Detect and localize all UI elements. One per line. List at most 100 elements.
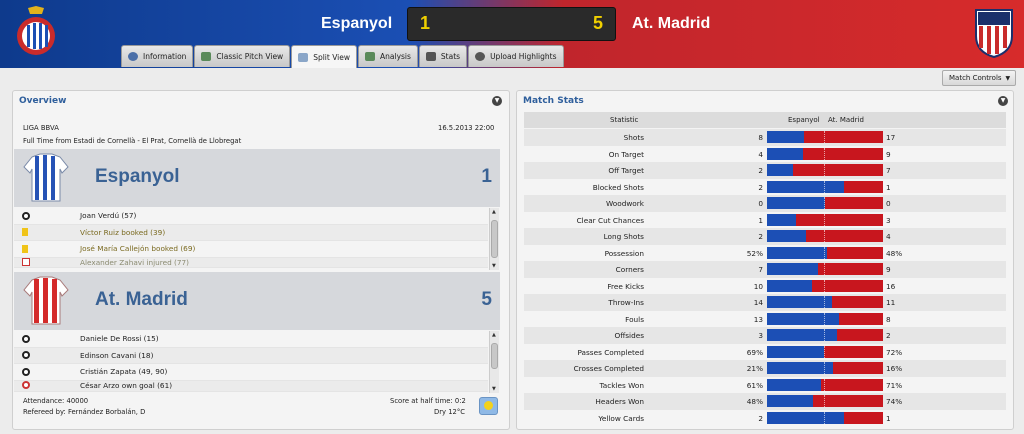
stat-bar [767, 131, 883, 143]
table-row: Free Kicks 10 16 [524, 277, 1006, 294]
attendance: Attendance: 40000 [23, 397, 89, 405]
stat-bar-midline [824, 147, 825, 160]
stat-home-value: 14 [753, 298, 763, 307]
stat-away-value: 3 [886, 215, 891, 225]
stat-away-value: 72% [886, 347, 903, 357]
stat-bar [767, 312, 883, 325]
home-team-score: 1 [481, 166, 492, 187]
stat-bar-home [767, 230, 806, 242]
match-controls-button[interactable]: Match Controls ▼ [942, 70, 1016, 86]
away-column-header[interactable]: At. Madrid [828, 116, 864, 124]
stat-home-value: 2 [758, 232, 763, 241]
panel-menu-icon[interactable]: ▼ [998, 96, 1008, 106]
list-item: Joan Verdú (57) [14, 208, 488, 225]
upload-icon [475, 52, 486, 61]
list-item: Cristián Zapata (49, 90) [14, 364, 488, 381]
view-tabs: Information Classic Pitch View Split Vie… [121, 45, 565, 68]
table-row: On Target 4 9 [524, 145, 1006, 162]
table-row: Offsides 3 2 [524, 327, 1006, 344]
stat-bar-home [767, 131, 805, 143]
away-team-block: At. Madrid 5 [14, 272, 500, 330]
table-row: Tackles Won 61% 71% [524, 376, 1006, 393]
stat-bar-midline [824, 279, 825, 292]
stat-bar-midline [824, 131, 825, 143]
stat-label: Free Kicks [607, 281, 644, 291]
stats-icon [425, 52, 436, 61]
scroll-thumb[interactable] [491, 220, 498, 258]
goal-icon [22, 351, 30, 360]
home-column-header[interactable]: Espanyol [788, 116, 820, 124]
stat-bar-home [767, 279, 812, 292]
tab-upload-highlights[interactable]: Upload Highlights [468, 45, 564, 67]
stat-home-value: 52% [746, 248, 763, 258]
stat-bar-midline [824, 164, 825, 176]
tab-stats[interactable]: Stats [418, 45, 468, 67]
home-events-scrollbar[interactable]: ▲ ▼ [489, 208, 499, 270]
home-score: 1 [420, 13, 431, 33]
table-row: Passes Completed 69% 72% [524, 343, 1006, 360]
stat-label: Crosses Completed [573, 364, 644, 373]
tab-analysis[interactable]: Analysis [358, 45, 418, 67]
stat-bar-midline [824, 378, 825, 391]
statistic-column-header[interactable]: Statistic [610, 116, 638, 124]
tab-classic-pitch-view[interactable]: Classic Pitch View [194, 45, 291, 67]
scroll-thumb[interactable] [491, 343, 498, 369]
tab-split-view[interactable]: Split View [291, 45, 357, 68]
stat-away-value: 2 [886, 331, 891, 340]
stat-home-value: 7 [758, 265, 763, 274]
injury-icon [22, 257, 30, 266]
home-team-title: Espanyol [95, 166, 180, 187]
stat-bar [767, 329, 883, 341]
list-item: Daniele De Rossi (15) [14, 331, 488, 348]
stat-label: Long Shots [603, 232, 644, 241]
stat-label: Corners [615, 265, 644, 274]
tab-information[interactable]: Information [121, 45, 194, 67]
stat-bar-home [767, 378, 821, 391]
panel-menu-icon[interactable]: ▼ [492, 96, 502, 106]
tab-label: Upload Highlights [490, 52, 557, 61]
stat-home-value: 13 [753, 314, 763, 324]
stat-label: Blocked Shots [592, 182, 644, 192]
scroll-up-icon[interactable]: ▲ [492, 209, 496, 215]
stat-label: Headers Won [595, 397, 644, 406]
yellow-card-icon [22, 244, 28, 253]
away-events-scrollbar[interactable]: ▲ ▼ [489, 331, 499, 393]
stat-bar-home [767, 213, 796, 226]
stat-label: Fouls [625, 314, 644, 324]
scoreboard: 1 5 [407, 7, 616, 41]
stat-bar-midline [824, 345, 825, 358]
scroll-up-icon[interactable]: ▲ [492, 332, 496, 338]
stat-label: Possession [604, 248, 644, 258]
stat-bar [767, 263, 883, 275]
event-text: Alexander Zahavi injured (77) [80, 257, 190, 267]
tab-label: Information [143, 52, 187, 61]
sun-icon [484, 401, 493, 410]
stat-bar [767, 411, 883, 424]
event-text: José María Callejón booked (69) [80, 244, 196, 254]
stat-bar-home [767, 345, 824, 358]
stat-away-value: 1 [886, 182, 891, 192]
stat-home-value: 2 [758, 182, 763, 192]
table-row: Shots 8 17 [524, 129, 1006, 146]
referee: Refereed by: Fernández Borbalán, D [23, 408, 146, 416]
table-row: Off Target 2 7 [524, 162, 1006, 179]
stat-bar-home [767, 164, 793, 176]
scroll-down-icon[interactable]: ▼ [492, 263, 496, 269]
stat-bar-home [767, 180, 845, 193]
event-text: Joan Verdú (57) [80, 211, 137, 221]
stat-bar-home [767, 329, 837, 341]
espanyol-kit-icon [23, 153, 69, 202]
stat-bar-midline [824, 395, 825, 407]
stat-home-value: 69% [746, 347, 763, 357]
stat-bar-midline [824, 197, 825, 209]
table-row: Possession 52% 48% [524, 244, 1006, 261]
stat-away-value: 0 [886, 199, 891, 208]
stat-bar [767, 213, 883, 226]
scroll-down-icon[interactable]: ▼ [492, 386, 496, 392]
stat-bar-home [767, 197, 825, 209]
analysis-icon [365, 52, 375, 61]
event-text: Daniele De Rossi (15) [80, 334, 159, 344]
pitch-icon [201, 52, 212, 61]
stat-home-value: 10 [753, 281, 763, 291]
stat-label: Yellow Cards [598, 413, 644, 423]
